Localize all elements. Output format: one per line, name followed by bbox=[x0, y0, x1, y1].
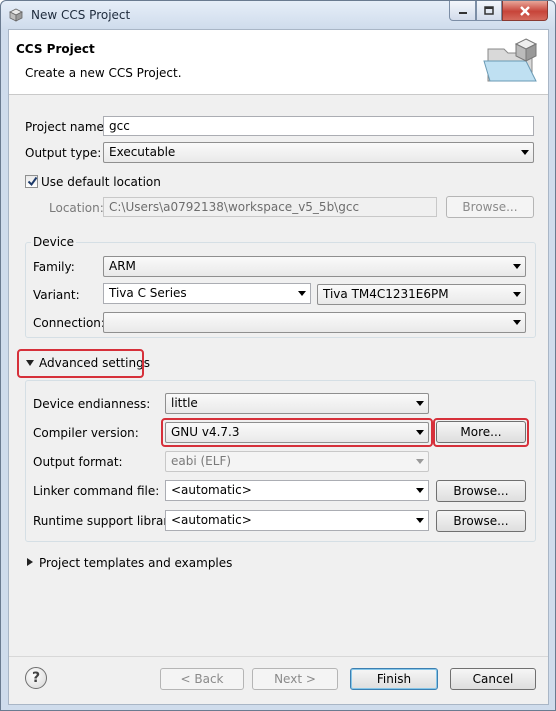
project-name-input[interactable]: gcc bbox=[103, 116, 534, 136]
runtime-support-library-value: <automatic> bbox=[171, 513, 252, 527]
close-icon bbox=[520, 5, 530, 16]
variant-device-value: Tiva TM4C1231E6PM bbox=[323, 287, 449, 301]
family-label: Family: bbox=[33, 260, 75, 274]
device-endianness-value: little bbox=[171, 396, 198, 410]
chevron-down-icon bbox=[513, 292, 521, 297]
use-default-location-label: Use default location bbox=[41, 175, 161, 189]
cancel-button[interactable]: Cancel bbox=[450, 668, 536, 690]
project-folder-icon bbox=[483, 38, 538, 82]
project-templates-toggle[interactable]: Project templates and examples bbox=[21, 552, 233, 574]
finish-button[interactable]: Finish bbox=[350, 668, 438, 690]
chevron-down-icon bbox=[521, 150, 529, 155]
location-input[interactable]: C:\Users\a0792138\workspace_v5_5b\gcc bbox=[103, 197, 437, 217]
variant-series-value: Tiva C Series bbox=[109, 286, 187, 300]
project-name-label: Project name: bbox=[25, 120, 108, 134]
title-bar[interactable]: New CCS Project bbox=[1, 1, 555, 29]
linker-command-file-value: <automatic> bbox=[171, 483, 252, 497]
highlight-advanced-settings bbox=[17, 349, 144, 378]
back-button[interactable]: < Back bbox=[160, 668, 244, 690]
dialog-client: CCS Project Create a new CCS Project. Pr… bbox=[8, 29, 549, 705]
output-format-value: eabi (ELF) bbox=[171, 454, 232, 468]
linker-command-file-label: Linker command file: bbox=[33, 484, 160, 498]
variant-label: Variant: bbox=[33, 288, 80, 302]
output-type-select[interactable]: Executable bbox=[103, 142, 534, 163]
chevron-down-icon bbox=[416, 488, 424, 493]
expand-right-icon bbox=[27, 558, 33, 566]
maximize-icon bbox=[484, 5, 494, 15]
connection-select[interactable] bbox=[103, 312, 526, 333]
help-button[interactable]: ? bbox=[25, 667, 47, 689]
chevron-down-icon bbox=[298, 291, 306, 296]
use-default-location-checkbox[interactable] bbox=[25, 175, 38, 188]
window-title: New CCS Project bbox=[31, 8, 131, 22]
minimize-button[interactable] bbox=[449, 1, 476, 21]
chevron-down-icon bbox=[513, 264, 521, 269]
header-description: Create a new CCS Project. bbox=[25, 66, 182, 80]
output-type-label: Output type: bbox=[25, 146, 102, 160]
output-type-value: Executable bbox=[109, 145, 176, 159]
checkmark-icon bbox=[27, 176, 38, 187]
chevron-down-icon bbox=[416, 401, 424, 406]
linker-browse-button[interactable]: Browse... bbox=[436, 480, 526, 502]
chevron-down-icon bbox=[416, 459, 424, 464]
device-endianness-select[interactable]: little bbox=[165, 393, 429, 414]
minimize-icon bbox=[458, 11, 467, 14]
maximize-button[interactable] bbox=[476, 1, 502, 21]
chevron-down-icon bbox=[513, 320, 521, 325]
close-button[interactable] bbox=[502, 1, 548, 21]
highlight-compiler-version bbox=[161, 418, 433, 447]
runtime-browse-button[interactable]: Browse... bbox=[436, 510, 526, 532]
header-title: CCS Project bbox=[16, 42, 95, 56]
variant-device-select[interactable]: Tiva TM4C1231E6PM bbox=[317, 284, 526, 305]
help-icon: ? bbox=[31, 670, 41, 686]
family-value: ARM bbox=[109, 259, 136, 273]
compiler-version-label: Compiler version: bbox=[33, 426, 139, 440]
chevron-down-icon bbox=[416, 518, 424, 523]
app-icon bbox=[9, 8, 23, 22]
device-endianness-label: Device endianness: bbox=[33, 397, 151, 411]
location-label: Location: bbox=[49, 201, 104, 215]
output-format-select[interactable]: eabi (ELF) bbox=[165, 451, 429, 472]
family-select[interactable]: ARM bbox=[103, 256, 526, 277]
variant-series-combo[interactable]: Tiva C Series bbox=[103, 283, 311, 304]
runtime-support-library-label: Runtime support library: bbox=[33, 514, 179, 528]
project-templates-label: Project templates and examples bbox=[39, 556, 233, 570]
location-browse-button[interactable]: Browse... bbox=[446, 196, 534, 218]
wizard-header: CCS Project Create a new CCS Project. bbox=[9, 30, 548, 95]
dialog-window: New CCS Project CCS Project Create a new… bbox=[0, 0, 556, 711]
linker-command-file-combo[interactable]: <automatic> bbox=[165, 480, 429, 501]
runtime-support-library-combo[interactable]: <automatic> bbox=[165, 510, 429, 531]
connection-label: Connection: bbox=[33, 316, 105, 330]
highlight-more-button bbox=[433, 418, 529, 447]
footer-separator bbox=[9, 656, 548, 657]
next-button[interactable]: Next > bbox=[252, 668, 338, 690]
device-group-title: Device bbox=[31, 235, 77, 249]
output-format-label: Output format: bbox=[33, 455, 123, 469]
